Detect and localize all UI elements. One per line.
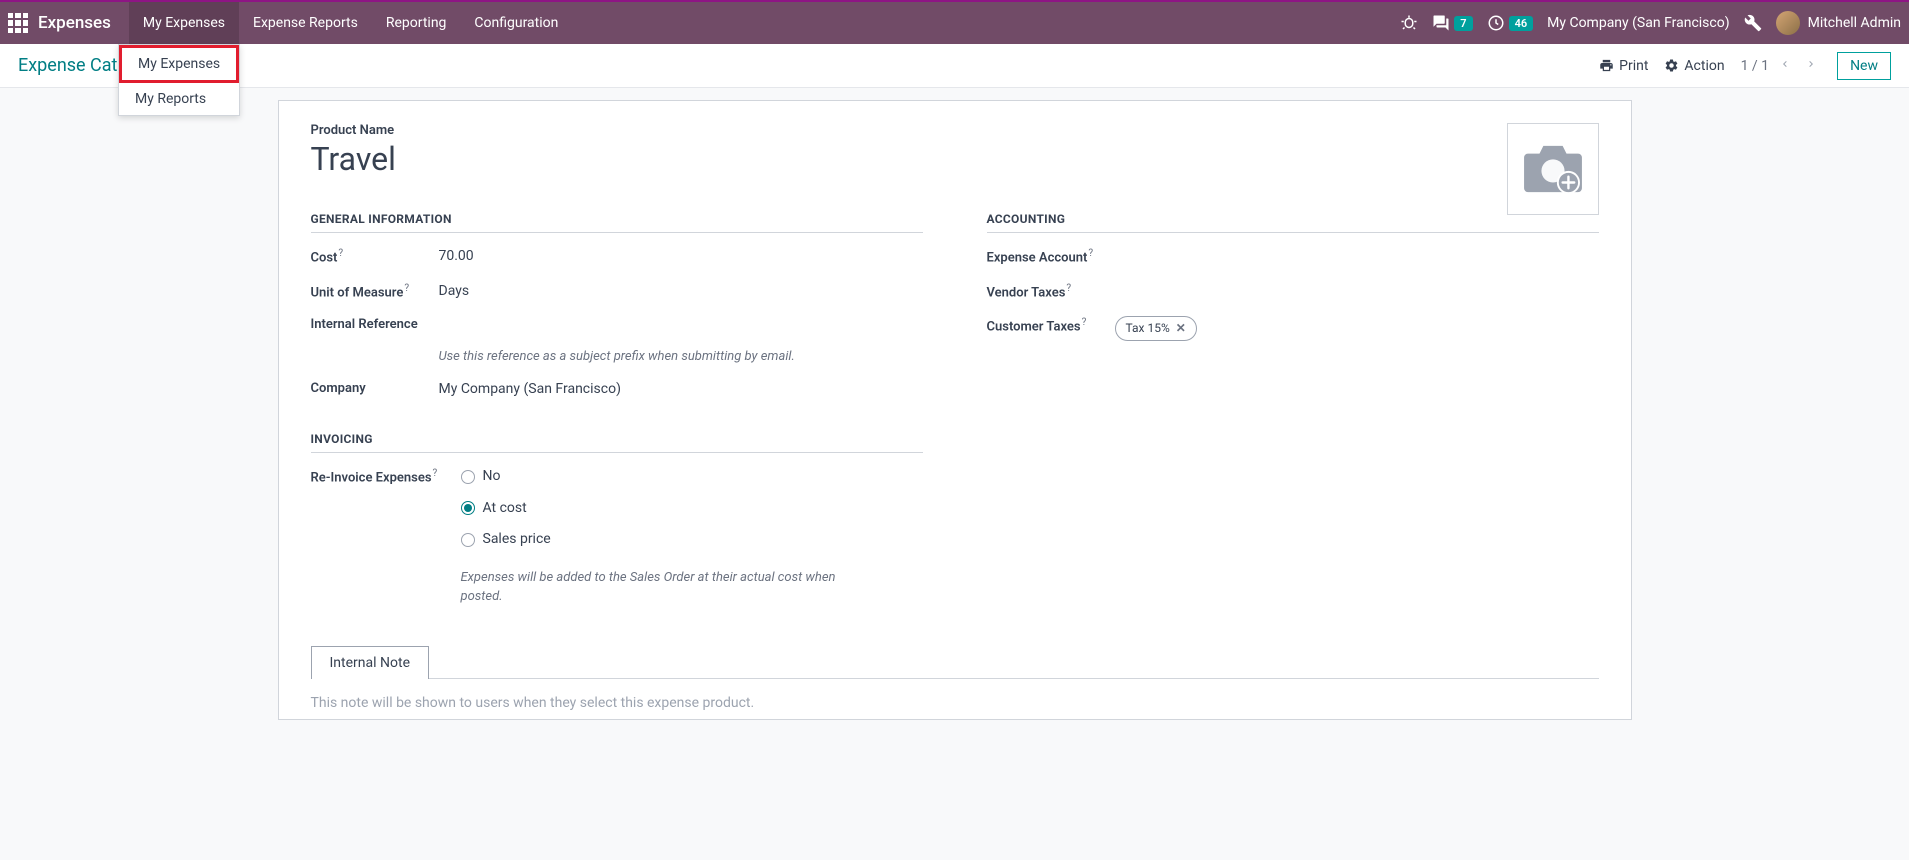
systray: 7 46 My Company (San Francisco) Mitchell… <box>1400 2 1901 44</box>
uom-value[interactable]: Days <box>439 282 923 302</box>
cost-value[interactable]: 70.00 <box>439 247 923 267</box>
activities-badge: 46 <box>1509 16 1534 31</box>
debug-icon[interactable] <box>1400 14 1418 32</box>
radio-icon <box>461 470 475 484</box>
notebook: Internal Note This note will be shown to… <box>311 645 1599 719</box>
section-general: GENERAL INFORMATION <box>311 212 923 233</box>
tax-tag: Tax 15% ✕ <box>1115 316 1197 341</box>
user-name: Mitchell Admin <box>1808 15 1901 31</box>
radio-icon <box>461 533 475 547</box>
product-name-value[interactable]: Travel <box>311 140 1599 178</box>
action-button[interactable]: Action <box>1664 58 1724 74</box>
print-button[interactable]: Print <box>1599 58 1648 74</box>
product-name-label: Product Name <box>311 123 1599 138</box>
vendor-taxes-label: Vendor Taxes <box>987 282 1115 303</box>
uom-label: Unit of Measure <box>311 282 439 303</box>
cost-label: Cost <box>311 247 439 268</box>
pager: 1 / 1 <box>1741 56 1821 76</box>
nav-my-expenses[interactable]: My Expenses <box>129 2 239 44</box>
company-switcher[interactable]: My Company (San Francisco) <box>1547 15 1729 31</box>
activities-icon[interactable]: 46 <box>1487 14 1534 32</box>
reinvoice-help: Expenses will be added to the Sales Orde… <box>461 568 841 607</box>
nav-expense-reports[interactable]: Expense Reports <box>239 2 372 44</box>
nav-reporting[interactable]: Reporting <box>372 2 461 44</box>
customer-taxes-label: Customer Taxes <box>987 316 1115 337</box>
tab-internal-note[interactable]: Internal Note <box>311 646 430 679</box>
dropdown-my-expenses[interactable]: My Expenses <box>119 45 239 83</box>
pager-next[interactable] <box>1801 56 1821 76</box>
image-upload[interactable] <box>1507 123 1599 215</box>
expense-account-label: Expense Account <box>987 247 1115 268</box>
company-value[interactable]: My Company (San Francisco) <box>439 380 923 400</box>
apps-grid-icon[interactable] <box>8 13 28 33</box>
customer-taxes-value[interactable]: Tax 15% ✕ <box>1115 316 1599 341</box>
breadcrumb[interactable]: Expense Cat <box>18 55 117 76</box>
nav-configuration[interactable]: Configuration <box>460 2 572 44</box>
pager-value[interactable]: 1 / 1 <box>1741 58 1769 74</box>
pager-prev[interactable] <box>1775 56 1795 76</box>
radio-no[interactable]: No <box>461 467 923 487</box>
new-button[interactable]: New <box>1837 52 1891 80</box>
form-sheet: Product Name Travel GENERAL INFORMATION … <box>278 100 1632 720</box>
control-panel: Expense Cat Print Action 1 / 1 New <box>0 44 1909 88</box>
internal-ref-label: Internal Reference <box>311 316 439 334</box>
tag-remove-icon[interactable]: ✕ <box>1176 320 1186 337</box>
radio-icon <box>461 501 475 515</box>
radio-sales-price[interactable]: Sales price <box>461 530 923 550</box>
main-nav: My Expenses Expense Reports Reporting Co… <box>129 2 572 44</box>
chevron-right-icon <box>1805 58 1817 70</box>
company-label: Company <box>311 380 439 398</box>
internal-ref-help: Use this reference as a subject prefix w… <box>439 348 923 366</box>
my-expenses-dropdown: My Expenses My Reports <box>118 44 240 116</box>
gear-icon <box>1664 58 1679 73</box>
chevron-left-icon <box>1779 58 1791 70</box>
radio-at-cost[interactable]: At cost <box>461 499 923 519</box>
messages-badge: 7 <box>1454 16 1472 31</box>
right-column: ACCOUNTING Expense Account Vendor Taxes … <box>987 212 1599 621</box>
section-invoicing: INVOICING <box>311 432 923 453</box>
section-accounting: ACCOUNTING <box>987 212 1599 233</box>
top-navbar: Expenses My Expenses Expense Reports Rep… <box>0 0 1909 44</box>
app-title[interactable]: Expenses <box>38 13 111 33</box>
note-placeholder[interactable]: This note will be shown to users when th… <box>311 695 1599 719</box>
left-column: GENERAL INFORMATION Cost 70.00 Unit of M… <box>311 212 923 621</box>
tools-icon[interactable] <box>1744 14 1762 32</box>
dropdown-my-reports[interactable]: My Reports <box>119 83 239 115</box>
print-icon <box>1599 58 1614 73</box>
camera-add-icon <box>1522 142 1584 196</box>
user-avatar <box>1776 11 1800 35</box>
reinvoice-label: Re-Invoice Expenses <box>311 467 461 488</box>
messages-icon[interactable]: 7 <box>1432 14 1472 32</box>
user-menu[interactable]: Mitchell Admin <box>1776 11 1901 35</box>
